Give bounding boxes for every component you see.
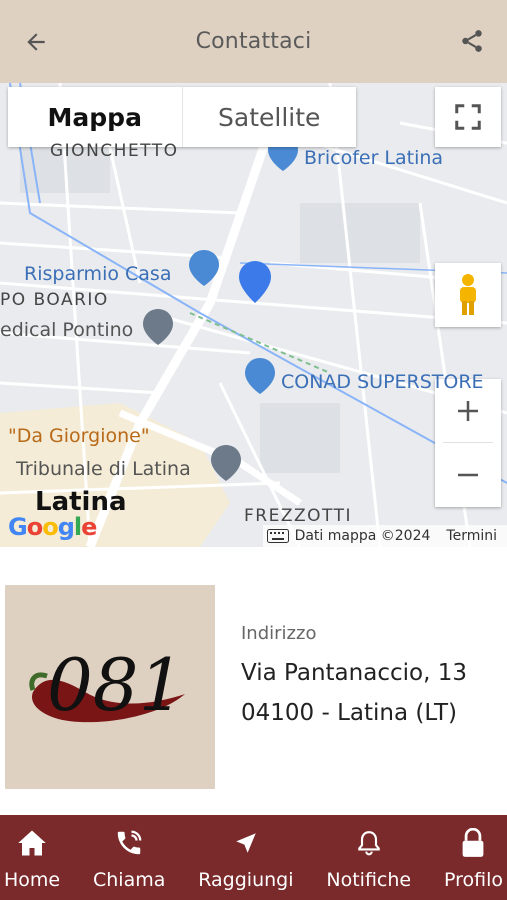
share-button[interactable] [455,24,489,58]
keyboard-icon[interactable] [266,529,289,543]
nav-profilo-label: Profilo [443,869,503,891]
minus-icon [458,473,478,477]
map-type-selector: Mappa Satellite [8,87,356,147]
google-logo: Google [8,513,97,541]
nav-notifiche[interactable]: Notifiche [326,815,411,900]
fullscreen-icon [455,104,481,130]
zoom-out-button[interactable] [435,443,501,507]
nav-chiama-label: Chiama [92,869,166,891]
bell-icon [357,831,380,856]
pegman-icon [460,274,476,315]
map-label-risparmio-casa: Risparmio Casa [24,263,172,285]
map-terms-link[interactable]: Termini [440,528,507,544]
map-view[interactable]: Mappa Satellite GIONCHETTO Bricofer Lati… [0,83,507,547]
map-label-bricofer: Bricofer Latina [304,147,444,169]
share-icon [462,30,482,52]
map-label-frezzotti: FREZZOTTI [244,506,352,526]
zoom-divider [443,442,493,443]
home-icon [18,830,46,856]
map-attribution: Dati mappa ©2024 Termini [262,525,507,547]
street-view-button[interactable] [435,263,501,327]
map-type-mappa[interactable]: Mappa [8,87,182,147]
address-city: 04100 - Latina (LT) [241,700,458,726]
address-label: Indirizzo [241,623,317,644]
map-data-credit: Dati mappa ©2024 [294,528,431,544]
map-label-pontino: edical Pontino [0,319,134,341]
lock-icon [463,828,484,857]
map-label-giorgione: "Da Giorgione" [8,425,150,447]
page-title: Contattaci [195,29,312,54]
nav-notifiche-label: Notifiche [326,869,412,891]
nav-raggiungi-label: Raggiungi [198,869,294,891]
map-label-gionchetto: GIONCHETTO [50,141,179,161]
map-type-satellite[interactable]: Satellite [181,87,357,147]
chili-logo-icon: 081 [29,643,186,727]
address-street: Via Pantanaccio, 13 [241,660,467,686]
navigation-arrow-icon [236,833,256,853]
fullscreen-button[interactable] [435,87,501,147]
contact-info: 081 Indirizzo Via Pantanaccio, 13 04100 … [0,547,507,815]
nav-home[interactable]: Home [4,815,60,900]
app-header: Contattaci [0,0,507,83]
nav-profilo[interactable]: Profilo [444,815,503,900]
nav-chiama[interactable]: Chiama [93,815,165,900]
nav-raggiungi[interactable]: Raggiungi [198,815,294,900]
map-label-tribunale: Tribunale di Latina [16,458,191,480]
bottom-navigation: Home Chiama Raggiungi Notifiche Profilo [0,815,507,900]
plus-icon [458,401,478,421]
map-label-boario: PO BOARIO [0,290,109,310]
phone-icon [117,830,142,855]
arrow-left-icon [27,33,45,51]
back-button[interactable] [20,26,52,58]
map-label-conad: CONAD SUPERSTORE [281,371,484,393]
nav-home-label: Home [4,869,61,891]
logo-text: 081 [47,643,184,727]
restaurant-logo: 081 [5,585,215,789]
zoom-controls [435,379,501,507]
